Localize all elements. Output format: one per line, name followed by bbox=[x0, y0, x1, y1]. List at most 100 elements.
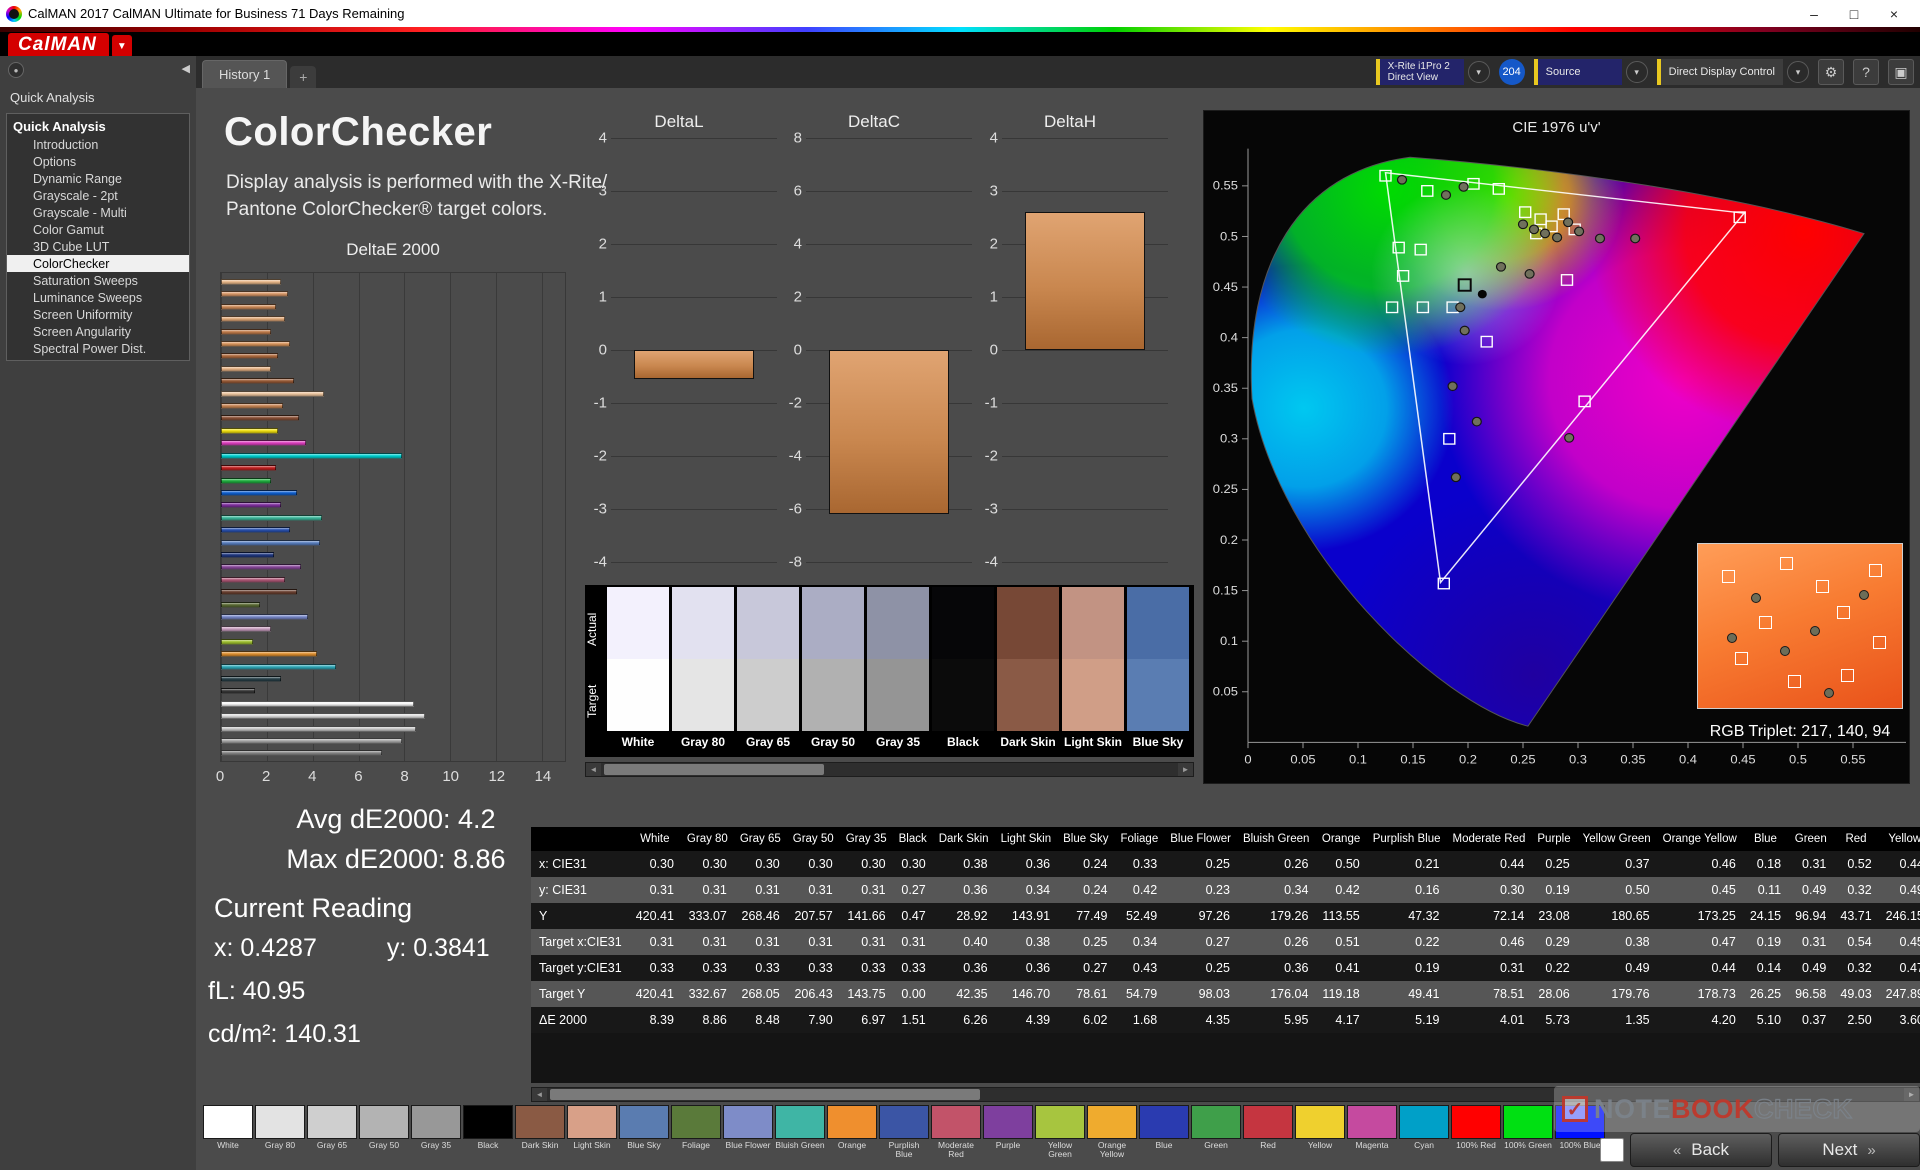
table-cell: 0.49 bbox=[1576, 955, 1657, 981]
scrollbar-thumb[interactable] bbox=[604, 764, 824, 775]
deltae-bar bbox=[221, 303, 277, 310]
y-tick-label: 0.5 bbox=[1220, 230, 1238, 244]
maximize-button[interactable]: □ bbox=[1834, 1, 1874, 26]
patch-button-Gray 80[interactable]: Gray 80 bbox=[255, 1105, 305, 1169]
table-cell: 0.19 bbox=[1366, 955, 1447, 981]
sidebar-item-Introduction[interactable]: Introduction bbox=[7, 136, 189, 153]
DeltaL-bar bbox=[634, 350, 754, 380]
patch-button-Foliage[interactable]: Foliage bbox=[671, 1105, 721, 1169]
display-window-button[interactable]: ▣ bbox=[1888, 59, 1914, 85]
back-button[interactable]: « Back bbox=[1630, 1133, 1772, 1167]
patch-button-100% Green[interactable]: 100% Green bbox=[1503, 1105, 1553, 1169]
close-button[interactable]: × bbox=[1874, 1, 1914, 26]
table-cell: 0.50 bbox=[1315, 851, 1367, 877]
deltae-bar bbox=[221, 651, 318, 658]
patch-color-chip bbox=[1087, 1105, 1137, 1139]
next-button[interactable]: Next » bbox=[1778, 1133, 1920, 1167]
sidebar-item-Luminance Sweeps[interactable]: Luminance Sweeps bbox=[7, 289, 189, 306]
gridline bbox=[1002, 509, 1168, 510]
sidebar-item-Screen Uniformity[interactable]: Screen Uniformity bbox=[7, 306, 189, 323]
table-cell: 0.44 bbox=[1878, 851, 1920, 877]
scroll-right-arrow-icon[interactable]: ► bbox=[1178, 763, 1193, 776]
table-cell: 4.01 bbox=[1446, 1007, 1532, 1033]
table-cell: 0.31 bbox=[839, 929, 893, 955]
sidebar-item-Grayscale - 2pt[interactable]: Grayscale - 2pt bbox=[7, 187, 189, 204]
display-control-dropdown-arrow[interactable]: ▾ bbox=[1787, 61, 1809, 83]
row-label: Target x:CIE31 bbox=[531, 929, 629, 955]
new-tab-button[interactable]: + bbox=[290, 66, 317, 88]
tree-root-quick-analysis[interactable]: Quick Analysis bbox=[7, 117, 189, 136]
patch-button-Cyan[interactable]: Cyan bbox=[1399, 1105, 1449, 1169]
table-cell: 146.70 bbox=[994, 981, 1058, 1007]
sidebar-item-ColorChecker[interactable]: ColorChecker bbox=[7, 255, 189, 272]
scroll-left-arrow-icon[interactable]: ◄ bbox=[586, 763, 601, 776]
patch-button-Light Skin[interactable]: Light Skin bbox=[567, 1105, 617, 1169]
patch-color-chip bbox=[671, 1105, 721, 1139]
measured-point bbox=[1563, 217, 1574, 228]
sidebar-item-Dynamic Range[interactable]: Dynamic Range bbox=[7, 170, 189, 187]
x-tick-label: 0.2 bbox=[1459, 753, 1477, 767]
meter-count-badge[interactable]: 204 bbox=[1498, 59, 1525, 85]
tab-history-1[interactable]: History 1 bbox=[202, 60, 288, 88]
pattern-window-button[interactable] bbox=[1600, 1138, 1624, 1162]
patch-button-Black[interactable]: Black bbox=[463, 1105, 513, 1169]
column-header-Orange Yellow: Orange Yellow bbox=[1656, 827, 1743, 851]
sidebar-item-Options[interactable]: Options bbox=[7, 153, 189, 170]
patch-button-Green[interactable]: Green bbox=[1191, 1105, 1241, 1169]
help-button[interactable]: ? bbox=[1853, 59, 1879, 85]
sidebar-item-Screen Angularity[interactable]: Screen Angularity bbox=[7, 323, 189, 340]
patch-button-Orange[interactable]: Orange bbox=[827, 1105, 877, 1169]
meter-dropdown-arrow[interactable]: ▾ bbox=[1467, 61, 1490, 83]
patch-button-Red[interactable]: Red bbox=[1243, 1105, 1293, 1169]
patch-button-Orange Yellow[interactable]: Orange Yellow bbox=[1087, 1105, 1137, 1169]
compare-patch-Gray 80: Gray 80 bbox=[672, 587, 734, 757]
patch-button-Gray 50[interactable]: Gray 50 bbox=[359, 1105, 409, 1169]
deltae-chart-title: DeltaE 2000 bbox=[346, 240, 440, 259]
compare-scrollbar[interactable]: ◄ ► bbox=[585, 762, 1194, 777]
deltae-bar bbox=[221, 390, 325, 397]
sidebar-item-Color Gamut[interactable]: Color Gamut bbox=[7, 221, 189, 238]
settings-button[interactable]: ⚙ bbox=[1818, 59, 1844, 85]
scrollbar-thumb[interactable] bbox=[550, 1089, 980, 1100]
sidebar-item-Grayscale - Multi[interactable]: Grayscale - Multi bbox=[7, 204, 189, 221]
deltae-x-axis: 0 2 4 6 8 10 12 14 bbox=[216, 768, 566, 788]
y-tick-label: 0.2 bbox=[1220, 533, 1238, 547]
minimize-button[interactable]: – bbox=[1794, 1, 1834, 26]
y-axis-ticks: 4 3 2 1 0 -1 -2 -3 -4 bbox=[581, 130, 611, 571]
patch-button-Bluish Green[interactable]: Bluish Green bbox=[775, 1105, 825, 1169]
patch-button-Gray 65[interactable]: Gray 65 bbox=[307, 1105, 357, 1169]
patch-button-100% Red[interactable]: 100% Red bbox=[1451, 1105, 1501, 1169]
patch-button-Purplish Blue[interactable]: Purplish Blue bbox=[879, 1105, 929, 1169]
source-dropdown[interactable]: Source ▾ bbox=[1533, 59, 1648, 85]
sidebar-collapse-button[interactable]: ◀ bbox=[182, 62, 190, 75]
sidebar-item-Saturation Sweeps[interactable]: Saturation Sweeps bbox=[7, 272, 189, 289]
patch-button-Gray 35[interactable]: Gray 35 bbox=[411, 1105, 461, 1169]
reading-y: y: 0.3841 bbox=[386, 934, 490, 962]
patch-button-Blue Sky[interactable]: Blue Sky bbox=[619, 1105, 669, 1169]
patch-button-Yellow[interactable]: Yellow bbox=[1295, 1105, 1345, 1169]
table-cell: 0.30 bbox=[786, 851, 840, 877]
patch-button-Purple[interactable]: Purple bbox=[983, 1105, 1033, 1169]
patch-button-Dark Skin[interactable]: Dark Skin bbox=[515, 1105, 565, 1169]
table-cell: 72.14 bbox=[1446, 903, 1532, 929]
source-dropdown-arrow[interactable]: ▾ bbox=[1625, 61, 1648, 83]
patch-button-Moderate Red[interactable]: Moderate Red bbox=[931, 1105, 981, 1169]
table-cell: 96.58 bbox=[1788, 981, 1834, 1007]
inset-measured-point bbox=[1810, 626, 1821, 636]
x-tick-label: 12 bbox=[488, 768, 506, 785]
x-tick-label: 0.25 bbox=[1510, 753, 1535, 767]
display-control-dropdown[interactable]: Direct Display Control ▾ bbox=[1656, 59, 1809, 85]
logo-dropdown-arrow-icon[interactable]: ▼ bbox=[111, 34, 132, 58]
patch-button-Blue Flower[interactable]: Blue Flower bbox=[723, 1105, 773, 1169]
patch-button-Blue[interactable]: Blue bbox=[1139, 1105, 1189, 1169]
sidebar-item-3D Cube LUT[interactable]: 3D Cube LUT bbox=[7, 238, 189, 255]
scroll-left-arrow-icon[interactable]: ◄ bbox=[532, 1088, 547, 1101]
calman-logo[interactable]: CalMAN ▼ bbox=[8, 33, 132, 59]
patch-button-Yellow Green[interactable]: Yellow Green bbox=[1035, 1105, 1085, 1169]
table-cell: 0.51 bbox=[1315, 929, 1367, 955]
sidebar-options-button[interactable]: ● bbox=[8, 62, 24, 78]
sidebar-item-Spectral Power Dist.[interactable]: Spectral Power Dist. bbox=[7, 340, 189, 357]
meter-dropdown[interactable]: X-Rite i1Pro 2 Direct View ▾ bbox=[1375, 59, 1490, 85]
patch-button-White[interactable]: White bbox=[203, 1105, 253, 1169]
patch-button-Magenta[interactable]: Magenta bbox=[1347, 1105, 1397, 1169]
